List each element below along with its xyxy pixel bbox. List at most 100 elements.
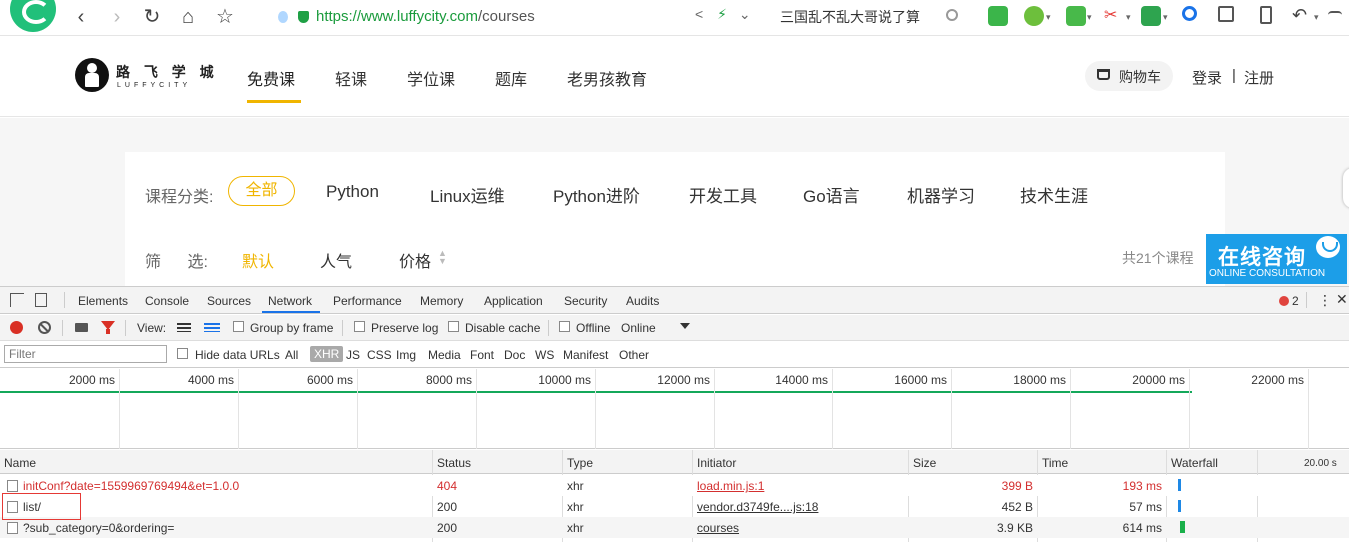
forward-icon[interactable]: › bbox=[104, 5, 130, 31]
mobile-icon[interactable] bbox=[1260, 6, 1272, 24]
more-options-icon[interactable]: ⋮ bbox=[1318, 292, 1332, 309]
category-go[interactable]: Go语言 bbox=[803, 182, 860, 207]
menu-icon[interactable] bbox=[1328, 11, 1342, 23]
translate-extension-icon[interactable] bbox=[1066, 6, 1086, 26]
sort-price[interactable]: 价格 bbox=[399, 248, 431, 272]
request-row[interactable]: initConf?date=1559969769494&et=1.0.0 404 x… bbox=[0, 475, 1349, 496]
game-extension-icon[interactable] bbox=[988, 6, 1008, 26]
clear-icon[interactable] bbox=[38, 321, 51, 334]
hide-data-urls-checkbox[interactable] bbox=[177, 348, 188, 359]
waterfall-view-icon[interactable] bbox=[204, 323, 220, 332]
tab-console[interactable]: Console bbox=[145, 294, 189, 308]
col-name[interactable]: Name bbox=[0, 450, 432, 474]
tab-network[interactable]: Network bbox=[268, 294, 312, 308]
type-filter-ws[interactable]: WS bbox=[535, 348, 554, 362]
type-filter-js[interactable]: JS bbox=[346, 348, 360, 362]
nav-oldboy-education[interactable]: 老男孩教育 bbox=[567, 66, 647, 90]
money-extension-icon[interactable] bbox=[1024, 6, 1044, 26]
undo-menu-chevron-icon[interactable]: ▾ bbox=[1314, 12, 1319, 23]
logo-text[interactable]: 路 飞 学 城 bbox=[116, 62, 219, 82]
col-size[interactable]: Size bbox=[909, 450, 1037, 474]
sort-popularity[interactable]: 人气 bbox=[320, 248, 352, 272]
category-career[interactable]: 技术生涯 bbox=[1020, 182, 1088, 207]
type-filter-all[interactable]: All bbox=[285, 348, 298, 362]
tab-sources[interactable]: Sources bbox=[207, 294, 251, 308]
nav-question-bank[interactable]: 题库 bbox=[495, 66, 527, 90]
col-time[interactable]: Time bbox=[1038, 450, 1166, 474]
search-suggestion[interactable]: 三国乱不乱大哥说了算 bbox=[780, 7, 920, 27]
col-type[interactable]: Type bbox=[563, 450, 692, 474]
tab-memory[interactable]: Memory bbox=[420, 294, 463, 308]
offline-checkbox[interactable] bbox=[559, 321, 570, 332]
login-link[interactable]: 登录 bbox=[1192, 67, 1222, 88]
throttling-select[interactable]: Online bbox=[621, 321, 656, 335]
type-filter-xhr[interactable]: XHR bbox=[310, 346, 344, 362]
online-consultation-button[interactable]: 在线咨询 ONLINE CONSULTATION bbox=[1206, 234, 1347, 284]
magnifier-extension-icon[interactable] bbox=[1182, 6, 1197, 21]
inspect-element-icon[interactable] bbox=[10, 293, 24, 307]
share-icon[interactable]: < bbox=[695, 6, 703, 22]
filter-funnel-icon[interactable] bbox=[101, 321, 115, 334]
tab-security[interactable]: Security bbox=[564, 294, 607, 308]
luffycity-logo-icon[interactable] bbox=[75, 58, 109, 92]
home-icon[interactable]: ⌂ bbox=[175, 5, 201, 31]
sort-arrows-icon[interactable]: ▲ ▼ bbox=[438, 249, 447, 266]
category-all[interactable]: 全部 bbox=[228, 176, 295, 206]
apps-grid-icon[interactable] bbox=[1218, 6, 1234, 22]
throttling-dropdown-icon[interactable] bbox=[680, 323, 690, 329]
scissors-icon[interactable]: ✂ bbox=[1104, 6, 1124, 26]
large-rows-icon[interactable] bbox=[177, 323, 191, 332]
close-devtools-icon[interactable]: ✕ bbox=[1336, 291, 1348, 308]
type-filter-doc[interactable]: Doc bbox=[504, 348, 525, 362]
device-toolbar-icon[interactable] bbox=[35, 293, 47, 307]
undo-icon[interactable]: ↶ bbox=[1292, 6, 1312, 26]
scissors-menu-chevron-icon[interactable]: ▾ bbox=[1126, 12, 1131, 23]
bookmark-star-icon[interactable]: ☆ bbox=[212, 5, 238, 31]
tab-application[interactable]: Application bbox=[484, 294, 543, 308]
gamepad-menu-chevron-icon[interactable]: ▾ bbox=[1163, 12, 1168, 23]
capture-screenshots-icon[interactable] bbox=[75, 323, 88, 332]
type-filter-img[interactable]: Img bbox=[396, 348, 416, 362]
tab-elements[interactable]: Elements bbox=[78, 294, 128, 308]
type-filter-media[interactable]: Media bbox=[428, 348, 461, 362]
tab-audits[interactable]: Audits bbox=[626, 294, 659, 308]
record-icon[interactable] bbox=[10, 321, 23, 334]
error-counter[interactable]: 2 bbox=[1279, 294, 1299, 308]
request-initiator[interactable]: load.min.js:1 bbox=[697, 479, 764, 493]
reload-icon[interactable]: ↻ bbox=[139, 5, 165, 31]
group-by-frame-checkbox[interactable] bbox=[233, 321, 244, 332]
gamepad-icon[interactable] bbox=[1141, 6, 1161, 26]
category-machine-learning[interactable]: 机器学习 bbox=[907, 182, 975, 207]
register-link[interactable]: 注册 bbox=[1244, 67, 1274, 88]
site-info-icon[interactable] bbox=[278, 11, 288, 23]
disable-cache-checkbox[interactable] bbox=[448, 321, 459, 332]
type-filter-manifest[interactable]: Manifest bbox=[563, 348, 608, 362]
type-filter-css[interactable]: CSS bbox=[367, 348, 392, 362]
filter-input[interactable] bbox=[4, 345, 167, 363]
translate-menu-chevron-icon[interactable]: ▾ bbox=[1087, 12, 1092, 23]
search-icon[interactable] bbox=[946, 9, 958, 21]
request-row[interactable]: list/200 xhr vendor.d3749fe....js:18 452 B5… bbox=[0, 496, 1349, 517]
dropdown-chevron-icon[interactable]: ⌄ bbox=[739, 6, 751, 22]
col-status[interactable]: Status bbox=[433, 450, 562, 474]
preserve-log-checkbox[interactable] bbox=[354, 321, 365, 332]
category-linux[interactable]: Linux运维 bbox=[430, 182, 505, 207]
nav-free-courses[interactable]: 免费课 bbox=[247, 66, 295, 90]
category-dev-tools[interactable]: 开发工具 bbox=[689, 182, 757, 207]
sort-default[interactable]: 默认 bbox=[242, 248, 274, 272]
category-python[interactable]: Python bbox=[326, 182, 379, 202]
speed-mode-icon[interactable]: ⚡ bbox=[717, 6, 727, 22]
request-row[interactable]: ?sub_category=0&ordering= 200 xhr courses 3.… bbox=[0, 517, 1349, 538]
nav-degree-courses[interactable]: 学位课 bbox=[407, 66, 455, 90]
category-python-advanced[interactable]: Python进阶 bbox=[553, 182, 640, 207]
side-float-tab[interactable] bbox=[1343, 168, 1349, 208]
money-menu-chevron-icon[interactable]: ▾ bbox=[1046, 12, 1051, 23]
back-icon[interactable]: ‹ bbox=[68, 5, 94, 31]
nav-light-courses[interactable]: 轻课 bbox=[335, 66, 367, 90]
request-initiator[interactable]: vendor.d3749fe....js:18 bbox=[697, 500, 818, 514]
cart-button[interactable]: 购物车 bbox=[1085, 61, 1173, 91]
col-initiator[interactable]: Initiator bbox=[693, 450, 908, 474]
type-filter-other[interactable]: Other bbox=[619, 348, 649, 362]
network-overview[interactable]: 2000 ms 4000 ms 6000 ms 8000 ms 10000 ms 1200… bbox=[0, 369, 1349, 449]
type-filter-font[interactable]: Font bbox=[470, 348, 494, 362]
